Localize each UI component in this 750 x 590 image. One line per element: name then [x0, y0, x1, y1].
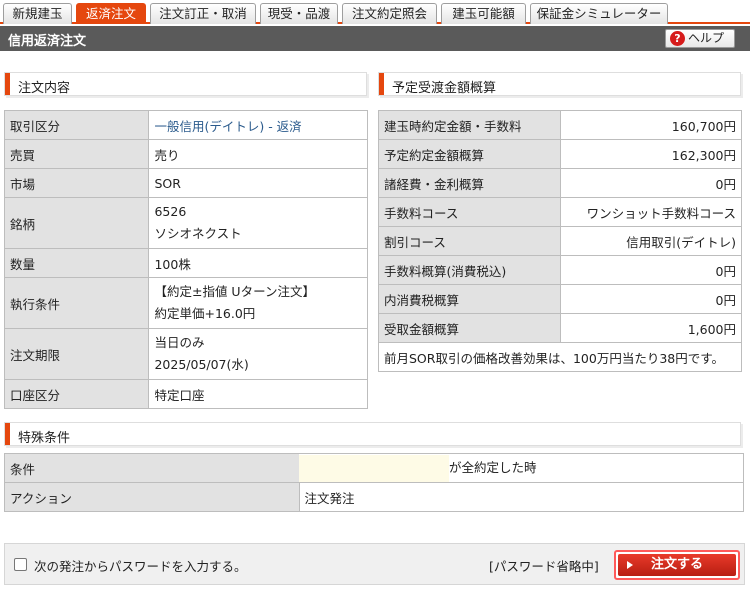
help-label: ヘルプ: [688, 31, 725, 45]
order-expiry-type: 当日のみ: [154, 335, 205, 350]
row-label: 数量: [3, 248, 150, 278]
row-value: 0円: [560, 168, 742, 198]
row-value: 0円: [560, 284, 742, 314]
table-row: 手数料コース ワンショット手数料コース: [377, 197, 742, 227]
table-row: 銘柄 6526 ソシオネクスト: [3, 197, 368, 249]
table-row: 内消費税概算 0円: [377, 284, 742, 314]
password-input-checkbox[interactable]: [14, 558, 27, 571]
table-row: 数量 100株: [3, 248, 368, 278]
row-label: アクション: [4, 482, 300, 512]
order-details-table: 取引区分 一般信用(デイトレ) - 返済 売買 売り 市場 SOR 銘柄 652…: [3, 110, 368, 409]
symbol-value: 6526 ソシオネクスト: [148, 197, 368, 249]
condition-highlight: [299, 454, 450, 482]
row-value: 1,600円: [560, 313, 742, 343]
side-value: 売り: [148, 139, 368, 169]
row-label: 手数料コース: [377, 197, 562, 227]
market-value: SOR: [148, 168, 368, 198]
tab-margin-simulator[interactable]: 保証金シミュレーター: [530, 3, 668, 24]
table-row: 取引区分 一般信用(デイトレ) - 返済: [3, 110, 368, 140]
row-label: 内消費税概算: [377, 284, 562, 314]
symbol-code: 6526: [154, 204, 187, 219]
estimate-section-title: 予定受渡金額概算: [392, 81, 497, 96]
table-row: 手数料概算(消費税込) 0円: [377, 255, 742, 285]
submit-order-label: 注文する: [650, 557, 703, 572]
order-confirm-bar: 次の発注からパスワードを入力する。 [パスワード省略中] 注文する: [4, 543, 745, 585]
row-label: 建玉時約定金額・手数料: [377, 110, 562, 140]
row-label: 口座区分: [3, 379, 150, 409]
quantity-value: 100株: [148, 248, 368, 278]
estimate-table: 建玉時約定金額・手数料 160,700円 予定約定金額概算 162,300円 諸…: [377, 110, 742, 372]
password-status: [パスワード省略中]: [489, 559, 599, 574]
tab-new-position[interactable]: 新規建玉: [3, 3, 72, 24]
special-section-header: 特殊条件: [4, 422, 741, 446]
row-label: 執行条件: [3, 277, 150, 329]
row-label: 注文期限: [3, 328, 150, 380]
tab-close-order[interactable]: 返済注文: [76, 3, 146, 24]
row-value: 160,700円: [560, 110, 742, 140]
execution-price: 約定単価+16.0円: [154, 306, 256, 321]
special-section-title: 特殊条件: [18, 431, 71, 446]
condition-text: が全約定した時: [449, 459, 537, 475]
tab-bar: 新規建玉 返済注文 注文訂正・取消 現受・品渡 注文約定照会 建玉可能額 保証金…: [0, 0, 750, 24]
submit-order-button[interactable]: 注文する: [614, 550, 740, 580]
help-button[interactable]: ? ヘルプ: [665, 29, 735, 48]
row-label: 諸経費・金利概算: [377, 168, 562, 198]
row-value: 162,300円: [560, 139, 742, 169]
special-conditions-table: 条件 が全約定した時 アクション 注文発注: [4, 453, 745, 512]
order-section-title: 注文内容: [18, 81, 71, 96]
table-row: 売買 売り: [3, 139, 368, 169]
tab-delivery[interactable]: 現受・品渡: [260, 3, 338, 24]
row-label: 割引コース: [377, 226, 562, 256]
symbol-name: ソシオネクスト: [154, 226, 242, 241]
table-row: 受取金額概算 1,600円: [377, 313, 742, 343]
password-checkbox-label[interactable]: 次の発注からパスワードを入力する。: [34, 556, 247, 575]
table-row: 注文期限 当日のみ 2025/05/07(水): [3, 328, 368, 380]
table-row: 口座区分 特定口座: [3, 379, 368, 409]
execution-condition-value: 【約定±指値 Uターン注文】 約定単価+16.0円: [148, 277, 368, 329]
tab-position-capacity[interactable]: 建玉可能額: [441, 3, 526, 24]
table-row: 諸経費・金利概算 0円: [377, 168, 742, 198]
action-value: 注文発注: [298, 482, 745, 512]
sor-note: 前月SOR取引の価格改善効果は、100万円当たり38円です。: [378, 342, 742, 372]
table-row: アクション 注文発注: [4, 482, 745, 512]
table-row: 条件 が全約定した時: [4, 453, 745, 483]
table-row: 前月SOR取引の価格改善効果は、100万円当たり38円です。: [378, 342, 742, 372]
row-label: 条件: [4, 453, 300, 483]
order-expiry-date: 2025/05/07(水): [154, 357, 249, 372]
condition-value: が全約定した時: [299, 453, 745, 483]
row-label: 市場: [3, 168, 150, 198]
trade-type-value: 一般信用(デイトレ) - 返済: [148, 110, 368, 140]
row-label: 取引区分: [3, 110, 150, 140]
row-label: 売買: [3, 139, 150, 169]
question-circle-icon: ?: [670, 31, 685, 46]
execution-condition-type: 【約定±指値 Uターン注文】: [154, 284, 315, 299]
row-value: 信用取引(デイトレ): [560, 226, 742, 256]
row-value: 0円: [560, 255, 742, 285]
row-label: 銘柄: [3, 197, 150, 249]
estimate-section-header: 予定受渡金額概算: [378, 72, 741, 96]
play-arrow-icon: [627, 561, 633, 569]
order-expiry-value: 当日のみ 2025/05/07(水): [148, 328, 368, 380]
page-title: 信用返済注文: [8, 34, 87, 49]
page-title-bar: 信用返済注文 ? ヘルプ: [0, 26, 750, 51]
row-value: ワンショット手数料コース: [560, 197, 742, 227]
table-row: 執行条件 【約定±指値 Uターン注文】 約定単価+16.0円: [3, 277, 368, 329]
table-row: 割引コース 信用取引(デイトレ): [377, 226, 742, 256]
order-section-header: 注文内容: [4, 72, 367, 96]
tab-order-inquiry[interactable]: 注文約定照会: [342, 3, 437, 24]
row-label: 予定約定金額概算: [377, 139, 562, 169]
table-row: 建玉時約定金額・手数料 160,700円: [377, 110, 742, 140]
table-row: 市場 SOR: [3, 168, 368, 198]
row-label: 受取金額概算: [377, 313, 562, 343]
row-label: 手数料概算(消費税込): [377, 255, 562, 285]
tab-order-modify-cancel[interactable]: 注文訂正・取消: [150, 3, 256, 24]
table-row: 予定約定金額概算 162,300円: [377, 139, 742, 169]
account-type-value: 特定口座: [148, 379, 368, 409]
